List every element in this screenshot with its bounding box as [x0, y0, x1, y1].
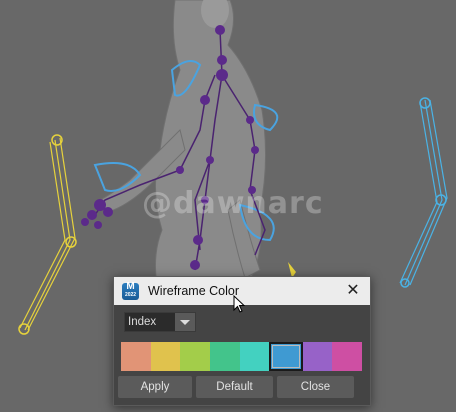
- wireframe-color-dialog: M 2022 Wireframe Color ✕ Index Apply Def…: [113, 276, 371, 406]
- close-icon[interactable]: ✕: [344, 282, 362, 300]
- color-swatch-5[interactable]: [239, 342, 270, 371]
- dialog-title: Wireframe Color: [148, 284, 239, 298]
- color-swatch-2[interactable]: [150, 342, 181, 371]
- color-swatch-6[interactable]: [269, 342, 303, 371]
- dialog-titlebar[interactable]: M 2022 Wireframe Color ✕: [114, 277, 370, 313]
- app-icon-sub: 2022: [124, 292, 137, 298]
- color-swatch-3[interactable]: [180, 342, 210, 371]
- maya-app-icon: M 2022: [122, 281, 139, 300]
- color-mode-dropdown[interactable]: Index: [124, 312, 196, 332]
- color-swatch-4[interactable]: [209, 342, 240, 371]
- color-swatch-8[interactable]: [332, 342, 362, 371]
- color-swatch-1[interactable]: [121, 342, 151, 371]
- apply-button[interactable]: Apply: [118, 376, 192, 398]
- app-icon-label: M: [126, 281, 135, 292]
- mouse-cursor-icon: [233, 295, 245, 313]
- chevron-down-icon[interactable]: [175, 313, 195, 331]
- close-button[interactable]: Close: [277, 376, 354, 398]
- default-button[interactable]: Default: [196, 376, 273, 398]
- color-swatch-7[interactable]: [302, 342, 333, 371]
- watermark-text: @dawnarc: [142, 186, 324, 221]
- dialog-button-row: Apply Default Close: [118, 376, 354, 398]
- color-swatch-palette: [121, 342, 362, 371]
- color-mode-value: Index: [128, 316, 157, 328]
